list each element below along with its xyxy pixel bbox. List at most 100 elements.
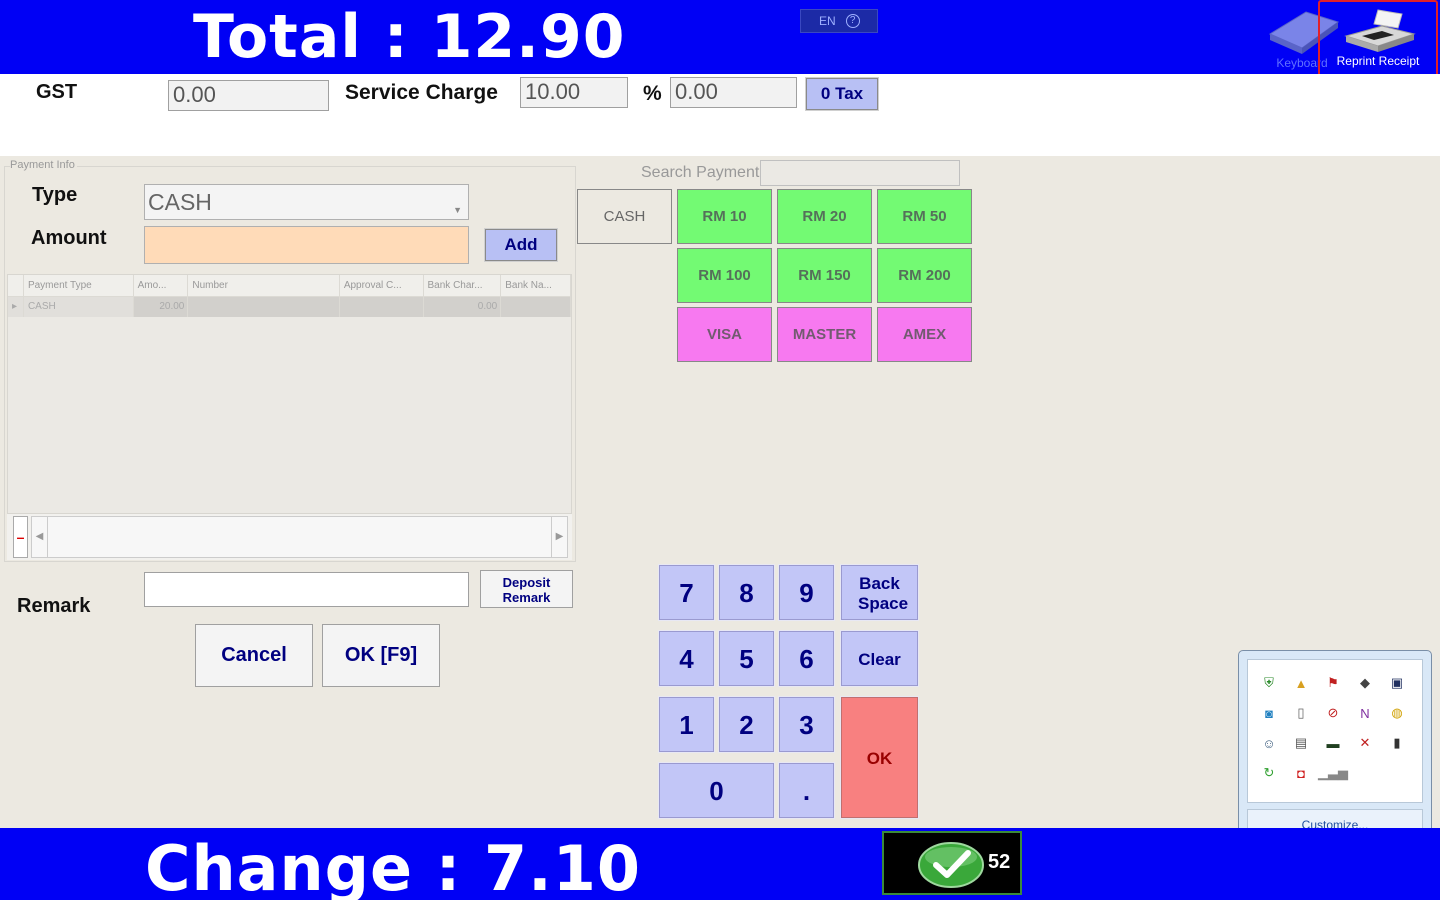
status-count: 52 [988, 851, 1011, 873]
visa-button[interactable]: VISA [677, 307, 772, 362]
key-5[interactable]: 5 [718, 630, 775, 687]
language-code: EN [819, 14, 836, 28]
tray-icon-area: ⛨ ▲ ⚑ ◆ ▣ ◙ ▯ ⊘ N ◍ ☺ ▤ ▬ ✕ ▮ ↻ ◘ ▁▃▅ [1247, 659, 1423, 803]
ok-f9-button[interactable]: OK [F9] [322, 624, 440, 687]
cell-approval [339, 297, 424, 317]
service-charge-label: Service Charge [345, 81, 498, 104]
key-dot[interactable]: . [778, 762, 835, 819]
column-header[interactable]: Approval C... [340, 275, 424, 296]
sync-icon[interactable]: ↻ [1260, 764, 1278, 782]
gst-label: GST [36, 81, 78, 103]
percent-label: % [643, 82, 662, 105]
key-9[interactable]: 9 [778, 564, 835, 621]
row-header-cell [8, 275, 24, 296]
chevron-down-icon: ▼ [453, 205, 462, 215]
payment-type-value: CASH [148, 189, 212, 215]
deposit-remark-button[interactable]: Deposit Remark [480, 570, 573, 608]
remark-input[interactable] [144, 572, 469, 607]
percent-field[interactable]: 0.00 [670, 77, 797, 108]
grid-header: Payment Type Amo... Number Approval C...… [8, 275, 571, 297]
remark-label: Remark [17, 595, 91, 617]
cash-method-button[interactable]: CASH [577, 189, 672, 244]
user-icon[interactable]: ☺ [1260, 734, 1278, 752]
check-icon [918, 842, 984, 888]
signal-bars-icon[interactable]: ▁▃▅ [1318, 764, 1348, 782]
amount-label: Amount [31, 227, 107, 249]
printer-icon[interactable]: ▤ [1292, 734, 1310, 752]
key-6[interactable]: 6 [778, 630, 835, 687]
ok-key[interactable]: OK [840, 696, 919, 819]
grid-scroll-area: – ◀ ▶ [7, 514, 572, 560]
status-indicator[interactable]: 52 [882, 831, 1022, 895]
payment-grid: Payment Type Amo... Number Approval C...… [7, 274, 572, 514]
amex-button[interactable]: AMEX [877, 307, 972, 362]
bottom-bar: Change : 7.10 52 [0, 828, 1440, 900]
add-payment-button[interactable]: Add [484, 228, 558, 262]
rm-10-button[interactable]: RM 10 [677, 189, 772, 244]
scroll-left-icon[interactable]: ◀ [32, 517, 48, 557]
key-2[interactable]: 2 [718, 696, 775, 753]
service-charge-field[interactable]: 10.00 [520, 77, 628, 108]
tray-icon-grid: ⛨ ▲ ⚑ ◆ ▣ ◙ ▯ ⊘ N ◍ ☺ ▤ ▬ ✕ ▮ ↻ ◘ ▁▃▅ [1248, 660, 1422, 796]
globe-icon[interactable]: ◍ [1388, 704, 1406, 722]
battery-icon[interactable]: ▯ [1292, 704, 1310, 722]
table-row[interactable]: ▸ CASH 20.00 0.00 [8, 297, 571, 317]
search-payment-input[interactable] [760, 160, 960, 186]
system-tray-overflow: ⛨ ▲ ⚑ ◆ ▣ ◙ ▯ ⊘ N ◍ ☺ ▤ ▬ ✕ ▮ ↻ ◘ ▁▃▅ Cu… [1238, 650, 1432, 850]
zero-tax-button[interactable]: 0 Tax [805, 77, 879, 111]
rm-200-button[interactable]: RM 200 [877, 248, 972, 303]
shield-check-icon[interactable]: ⛨ [1260, 674, 1278, 692]
language-switcher[interactable]: EN ? [800, 9, 878, 33]
cell-bank-charge: 0.00 [423, 297, 502, 317]
master-button[interactable]: MASTER [777, 307, 872, 362]
rm-50-button[interactable]: RM 50 [877, 189, 972, 244]
cell-payment-type: CASH [24, 297, 134, 317]
column-header[interactable]: Bank Na... [501, 275, 571, 296]
column-header[interactable]: Number [188, 275, 340, 296]
tax-strip: GST 0.00 Service Charge 10.00 % 0.00 0 T… [0, 74, 1440, 156]
key-1[interactable]: 1 [658, 696, 715, 753]
search-payment-label: Search Payment [641, 164, 760, 181]
clear-key[interactable]: Clear [840, 630, 919, 687]
type-label: Type [32, 184, 78, 206]
horizontal-scrollbar[interactable]: ◀ ▶ [31, 516, 568, 558]
key-3[interactable]: 3 [778, 696, 835, 753]
flag-error-icon[interactable]: ⚑ [1324, 674, 1342, 692]
cancel-button[interactable]: Cancel [195, 624, 313, 687]
remove-payment-button[interactable]: – [13, 516, 28, 558]
key-0[interactable]: 0 [658, 762, 775, 819]
key-4[interactable]: 4 [658, 630, 715, 687]
cloud-drive-icon[interactable]: ▲ [1292, 674, 1310, 692]
column-header[interactable]: Payment Type [24, 275, 134, 296]
payment-type-select[interactable]: CASH ▼ [144, 184, 469, 220]
rm-100-button[interactable]: RM 100 [677, 248, 772, 303]
backspace-key[interactable]: Back Space [840, 564, 919, 621]
total-amount: Total : 12.90 [193, 2, 626, 72]
volume-muted-icon[interactable]: ⊘ [1324, 704, 1342, 722]
display-icon[interactable]: ▬ [1324, 734, 1342, 752]
payment-info-title: Payment Info [10, 159, 77, 171]
onenote-icon[interactable]: N [1356, 704, 1374, 722]
reprint-label: Reprint Receipt [1336, 54, 1420, 68]
diamond-icon[interactable]: ◆ [1356, 674, 1374, 692]
cell-bank-name [501, 297, 571, 317]
help-icon[interactable]: ? [845, 14, 860, 28]
cell-number [188, 297, 340, 317]
change-amount: Change : 7.10 [145, 832, 641, 900]
amount-input[interactable] [144, 226, 469, 264]
red-app-icon[interactable]: ◘ [1292, 764, 1310, 782]
cell-amount: 20.00 [133, 297, 189, 317]
rm-150-button[interactable]: RM 150 [777, 248, 872, 303]
key-7[interactable]: 7 [658, 564, 715, 621]
scroll-right-icon[interactable]: ▶ [551, 517, 567, 557]
column-header[interactable]: Amo... [134, 275, 189, 296]
key-8[interactable]: 8 [718, 564, 775, 621]
column-header[interactable]: Bank Char... [424, 275, 502, 296]
usb-icon[interactable]: ▮ [1388, 734, 1406, 752]
rm-20-button[interactable]: RM 20 [777, 189, 872, 244]
antivirus-icon[interactable]: ✕ [1356, 734, 1374, 752]
monitor-icon[interactable]: ▣ [1388, 674, 1406, 692]
network-icon[interactable]: ◙ [1260, 704, 1278, 722]
top-bar: Total : 12.90 EN ? Keyboard Reprint Rece… [0, 0, 1440, 86]
gst-field[interactable]: 0.00 [168, 80, 329, 111]
